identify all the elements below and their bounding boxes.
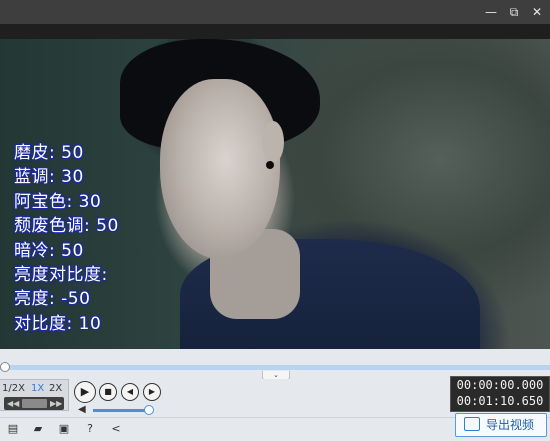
stop-button[interactable]: ■: [99, 383, 117, 401]
next-frame-button[interactable]: ▶: [143, 383, 161, 401]
save-icon[interactable]: ▣: [56, 421, 72, 437]
export-icon: [464, 417, 480, 431]
open-folder-icon[interactable]: ▰: [30, 421, 46, 437]
share-icon[interactable]: <: [108, 421, 124, 437]
title-bar: — ⧉ ✕: [0, 0, 550, 39]
previous-frame-button[interactable]: ◀: [121, 383, 139, 401]
speed-slider[interactable]: ◀◀ ▶▶: [4, 397, 64, 410]
total-duration: 00:01:10.650: [456, 394, 544, 408]
minimize-button[interactable]: —: [481, 3, 501, 21]
close-button[interactable]: ✕: [527, 3, 547, 21]
video-frame-shape: [262, 121, 284, 163]
video-frame-shape: [266, 161, 274, 169]
overlay-line: 蓝调: 30: [14, 167, 84, 188]
rewind-icon[interactable]: ◀◀: [7, 397, 19, 410]
export-video-button[interactable]: 导出视频: [455, 413, 547, 437]
volume-slider-track[interactable]: [93, 409, 149, 412]
overlay-line: 暗冷: 50: [14, 240, 84, 261]
overlay-line: 亮度对比度:: [14, 265, 108, 286]
speed-option-half[interactable]: 1/2X: [2, 383, 25, 394]
current-time: 00:00:00.000: [456, 378, 544, 392]
video-top-margin: [0, 24, 550, 39]
video-preview[interactable]: 磨皮: 50 蓝调: 30 阿宝色: 30 颓废色调: 50 暗冷: 50 亮度…: [0, 39, 550, 349]
export-video-label: 导出视频: [486, 418, 535, 432]
speed-slider-handle[interactable]: [22, 399, 47, 408]
overlay-line: 对比度: 10: [14, 313, 102, 334]
play-button[interactable]: ▶: [74, 381, 96, 403]
playback-progress-track[interactable]: [0, 362, 550, 372]
restore-button[interactable]: ⧉: [504, 3, 524, 21]
fast-forward-icon[interactable]: ▶▶: [50, 397, 62, 410]
overlay-line: 颓废色调: 50: [14, 216, 119, 237]
time-display: 00:00:00.000 00:01:10.650: [450, 376, 550, 412]
help-icon[interactable]: ?: [82, 421, 98, 437]
effect-settings-overlay: 磨皮: 50 蓝调: 30 阿宝色: 30 颓废色调: 50 暗冷: 50 亮度…: [14, 141, 119, 336]
overlay-line: 阿宝色: 30: [14, 191, 102, 212]
speed-option-normal[interactable]: 1X: [31, 383, 44, 394]
volume-icon[interactable]: ◀: [78, 404, 86, 415]
new-project-icon[interactable]: ▤: [5, 421, 21, 437]
overlay-line: 磨皮: 50: [14, 143, 84, 163]
playback-progress-handle[interactable]: [0, 362, 10, 372]
speed-option-double[interactable]: 2X: [49, 383, 62, 394]
overlay-line: 亮度: -50: [14, 289, 91, 310]
video-frame-shape: [160, 79, 280, 259]
